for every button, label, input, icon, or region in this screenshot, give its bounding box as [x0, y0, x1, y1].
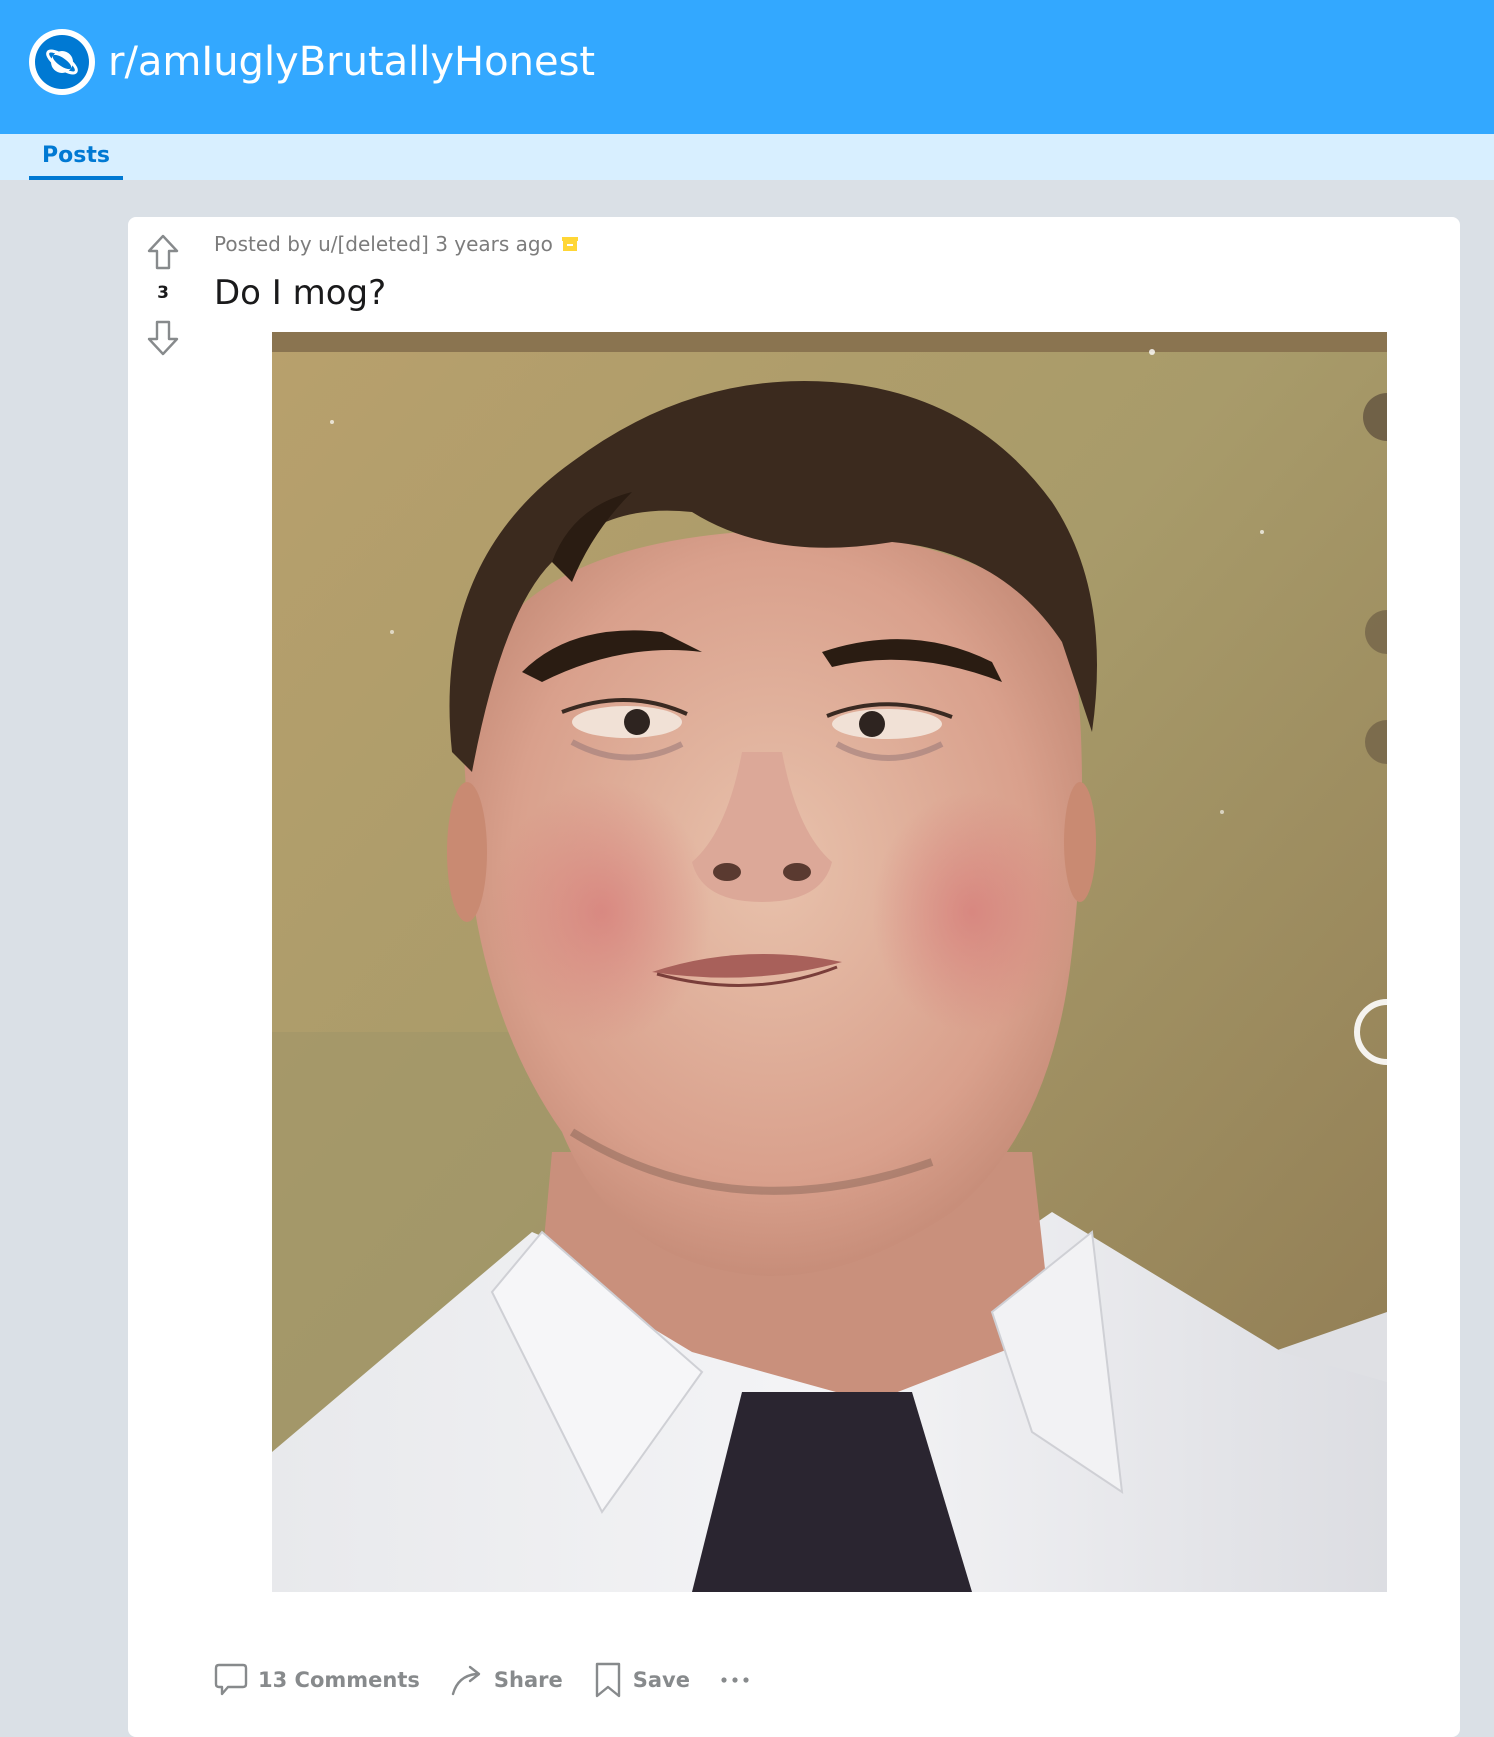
- tab-posts[interactable]: Posts: [29, 134, 123, 180]
- active-tab-indicator: [29, 176, 123, 180]
- comments-button[interactable]: 13 Comments: [214, 1662, 420, 1698]
- more-options-button[interactable]: [720, 1665, 750, 1695]
- upvote-button[interactable]: [146, 233, 180, 271]
- post-card: 3 Posted by u/[deleted] 3 years ago Do I…: [128, 217, 1460, 1737]
- comment-icon: [214, 1663, 248, 1696]
- post-title[interactable]: Do I mog?: [214, 273, 386, 313]
- post-age: 3 years ago: [435, 232, 553, 256]
- save-label: Save: [632, 1668, 690, 1692]
- more-dots-icon: [721, 1677, 749, 1683]
- subreddit-name[interactable]: r/amIuglyBrutallyHonest: [108, 37, 595, 87]
- post-actions: 13 Comments Share Save: [214, 1657, 750, 1703]
- downvote-arrow-icon: [147, 320, 179, 356]
- bookmark-icon: [595, 1662, 620, 1698]
- tab-posts-label: Posts: [42, 143, 110, 168]
- share-label: Share: [493, 1668, 563, 1692]
- upvote-arrow-icon: [147, 234, 179, 270]
- planet-icon[interactable]: [29, 29, 95, 95]
- save-button[interactable]: Save: [593, 1661, 690, 1699]
- tab-bar: Posts: [0, 134, 1494, 180]
- selfie-photo[interactable]: [272, 332, 1387, 1592]
- downvote-button[interactable]: [146, 319, 180, 357]
- share-icon: [451, 1665, 481, 1696]
- comments-label: 13 Comments: [258, 1668, 420, 1692]
- posted-by-label: Posted by: [214, 232, 312, 256]
- share-button[interactable]: Share: [450, 1662, 563, 1698]
- vote-score: 3: [157, 283, 169, 303]
- post-meta: Posted by u/[deleted] 3 years ago: [214, 232, 579, 256]
- author-link[interactable]: u/[deleted]: [318, 232, 429, 256]
- archive-icon: [561, 237, 578, 251]
- subreddit-header: r/amIuglyBrutallyHonest: [0, 0, 1494, 134]
